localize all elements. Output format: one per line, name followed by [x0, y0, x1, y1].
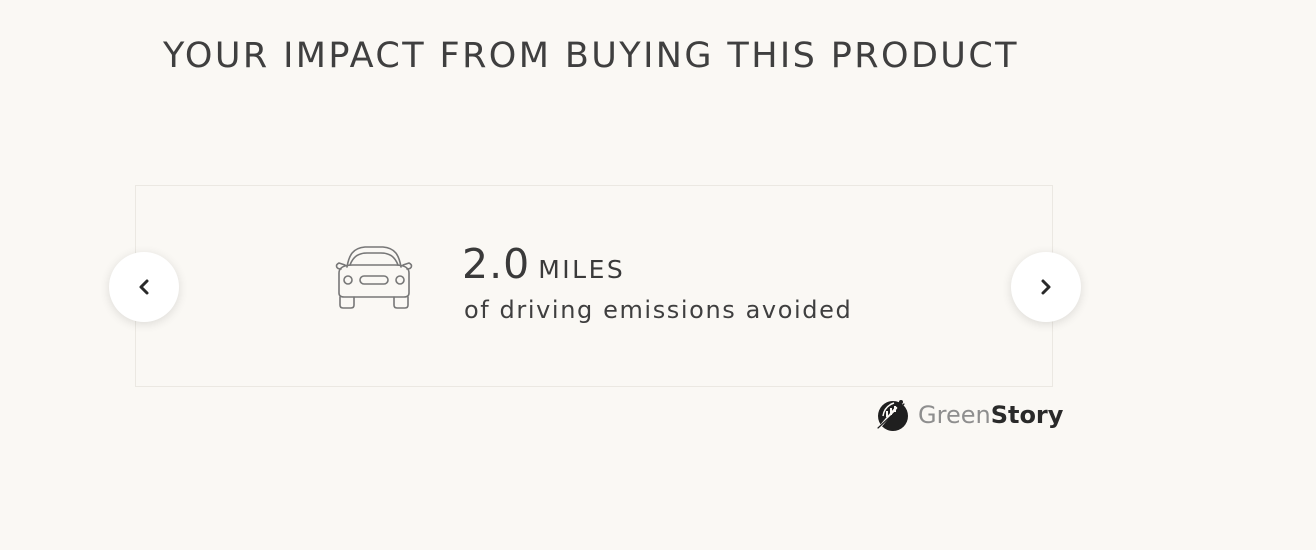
- brand-name-story: Story: [990, 401, 1064, 429]
- chevron-left-icon: [139, 279, 149, 295]
- section-title: YOUR IMPACT FROM BUYING THIS PRODUCT: [163, 36, 1019, 76]
- impact-unit: MILES: [538, 255, 626, 284]
- greenstory-logo-icon: [877, 400, 908, 431]
- carousel-prev-button[interactable]: [109, 252, 179, 322]
- impact-metric: 2.0 MILES: [462, 240, 625, 288]
- impact-value: 2.0: [462, 240, 531, 288]
- carousel-next-button[interactable]: [1011, 252, 1081, 322]
- brand-name: GreenStory: [918, 401, 1063, 429]
- brand-name-green: Green: [918, 401, 991, 429]
- greenstory-brand[interactable]: GreenStory: [874, 396, 1063, 434]
- impact-description: of driving emissions avoided: [464, 296, 853, 324]
- chevron-right-icon: [1041, 279, 1051, 295]
- car-icon: [335, 246, 413, 309]
